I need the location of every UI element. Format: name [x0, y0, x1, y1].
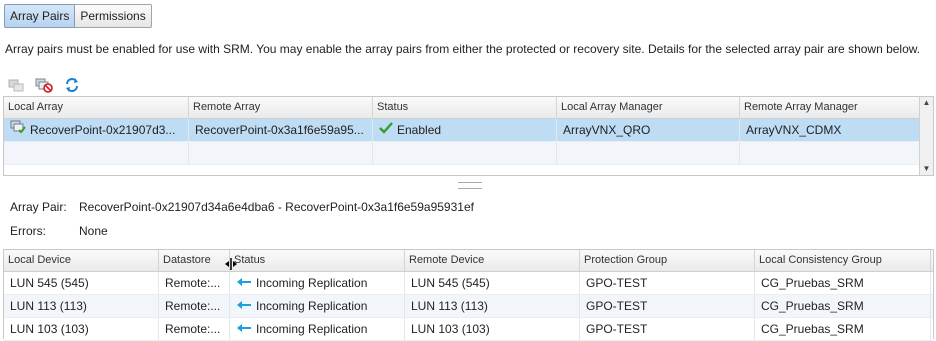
errors-value: None: [79, 224, 108, 238]
column-header-status[interactable]: Status: [230, 250, 405, 271]
description-text: Array pairs must be enabled for use with…: [5, 42, 921, 56]
column-header-remote-device[interactable]: Remote Device: [405, 250, 580, 271]
tab-permissions[interactable]: Permissions: [75, 4, 152, 28]
toolbar: [6, 76, 82, 94]
consistency-group-cell: CG_Pruebas_SRM: [755, 318, 931, 340]
datastore-cell: Remote:...: [159, 272, 230, 294]
remote-device-cell: LUN 545 (545): [405, 272, 580, 294]
column-header-local-array[interactable]: Local Array: [4, 97, 189, 118]
table-row[interactable]: LUN 545 (545) Remote:... Incoming Replic…: [4, 272, 933, 295]
consistency-group-cell: CG_Pruebas_SRM: [755, 272, 931, 294]
local-device-cell: LUN 103 (103): [4, 318, 159, 340]
protection-group-cell: GPO-TEST: [580, 318, 755, 340]
local-array-cell: RecoverPoint-0x21907d3...: [4, 119, 189, 141]
status-value: Incoming Replication: [256, 299, 368, 313]
column-header-datastore[interactable]: Datastore: [159, 250, 230, 271]
status-value: Incoming Replication: [256, 276, 368, 290]
status-cell: Incoming Replication: [230, 295, 405, 317]
consistency-group-cell: CG_Pruebas_SRM: [755, 295, 931, 317]
check-icon: [379, 119, 393, 141]
datastore-cell: Remote:...: [159, 318, 230, 340]
table-row[interactable]: LUN 113 (113) Remote:... Incoming Replic…: [4, 295, 933, 318]
column-header-remote-array-manager[interactable]: Remote Array Manager: [740, 97, 920, 118]
scroll-down-icon[interactable]: ▼: [920, 163, 933, 175]
disable-array-pair-icon[interactable]: [34, 76, 54, 94]
enable-array-pair-icon[interactable]: [6, 76, 26, 94]
local-device-cell: LUN 113 (113): [4, 295, 159, 317]
incoming-arrow-icon: [236, 272, 252, 294]
devices-header: Local Device Datastore Status Remote Dev…: [4, 250, 933, 272]
local-array-value: RecoverPoint-0x21907d3...: [30, 123, 176, 137]
status-cell: Enabled: [373, 119, 557, 141]
column-header-local-device[interactable]: Local Device: [4, 250, 159, 271]
array-pairs-header: Local Array Remote Array Status Local Ar…: [4, 97, 933, 119]
table-row[interactable]: RecoverPoint-0x21907d3... RecoverPoint-0…: [4, 119, 933, 142]
column-header-local-array-manager[interactable]: Local Array Manager: [557, 97, 740, 118]
empty-row: [4, 142, 933, 165]
remote-array-cell: RecoverPoint-0x3a1f6e59a95...: [189, 119, 373, 141]
tab-bar: Array Pairs Permissions: [4, 4, 152, 28]
array-pair-label: Array Pair:: [10, 200, 67, 214]
scroll-up-icon[interactable]: ▲: [920, 97, 933, 109]
tab-array-pairs[interactable]: Array Pairs: [4, 4, 76, 28]
remote-device-cell: LUN 113 (113): [405, 295, 580, 317]
local-manager-cell: ArrayVNX_QRO: [557, 119, 740, 141]
errors-label: Errors:: [10, 224, 46, 238]
column-resize-cursor-icon: [224, 257, 238, 274]
incoming-arrow-icon: [236, 318, 252, 340]
remote-device-cell: LUN 103 (103): [405, 318, 580, 340]
array-pair-value: RecoverPoint-0x21907d34a6e4dba6 - Recove…: [79, 200, 474, 214]
status-value: Incoming Replication: [256, 322, 368, 336]
vertical-scrollbar[interactable]: ▲ ▼: [919, 97, 933, 175]
protection-group-cell: GPO-TEST: [580, 295, 755, 317]
refresh-icon[interactable]: [62, 76, 82, 94]
status-cell: Incoming Replication: [230, 318, 405, 340]
protection-group-cell: GPO-TEST: [580, 272, 755, 294]
incoming-arrow-icon: [236, 295, 252, 317]
datastore-cell: Remote:...: [159, 295, 230, 317]
devices-table: Local Device Datastore Status Remote Dev…: [3, 249, 934, 341]
remote-manager-cell: ArrayVNX_CDMX: [740, 119, 920, 141]
column-header-protection-group[interactable]: Protection Group: [580, 250, 755, 271]
column-header-status[interactable]: Status: [373, 97, 557, 118]
status-value: Enabled: [397, 123, 442, 137]
splitter-handle[interactable]: [458, 182, 482, 189]
array-pairs-table: Local Array Remote Array Status Local Ar…: [3, 96, 934, 176]
status-cell: Incoming Replication: [230, 272, 405, 294]
local-device-cell: LUN 545 (545): [4, 272, 159, 294]
column-header-remote-array[interactable]: Remote Array: [189, 97, 373, 118]
array-pair-icon: [10, 119, 26, 141]
column-header-local-consistency-group[interactable]: Local Consistency Group: [755, 250, 931, 271]
